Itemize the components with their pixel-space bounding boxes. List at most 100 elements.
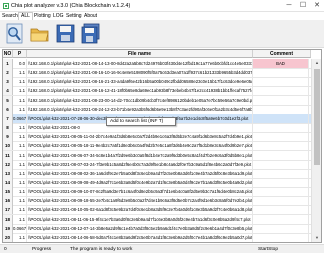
row-comment[interactable]: BAD xyxy=(253,59,309,68)
row-comment[interactable] xyxy=(253,205,309,215)
row-file-name[interactable]: \\POOL\plot-k32-2021-08-08-02-36-1a6d4f9… xyxy=(27,168,253,178)
row-number[interactable]: 18 xyxy=(3,214,13,224)
row-number[interactable]: 3 xyxy=(3,77,13,87)
row-comment[interactable] xyxy=(253,141,309,151)
row-number[interactable]: 15 xyxy=(3,187,13,197)
scroll-down-icon[interactable]: ▼ xyxy=(312,234,321,242)
menu-search[interactable]: Search xyxy=(2,13,18,19)
row-p-value[interactable]: 1.1 xyxy=(13,141,27,151)
row-p-value[interactable]: 1.1 xyxy=(13,123,27,133)
row-number[interactable]: 17 xyxy=(3,205,13,215)
vertical-scrollbar[interactable]: ▲ ▼ xyxy=(311,59,321,242)
maximize-button[interactable]: ☐ xyxy=(296,0,310,11)
row-p-value[interactable]: 1.1 xyxy=(13,196,27,206)
row-number[interactable]: 1 xyxy=(3,59,13,68)
row-p-value[interactable]: 1.1 xyxy=(13,77,27,87)
save-button[interactable] xyxy=(56,23,75,44)
row-comment[interactable] xyxy=(253,223,309,233)
row-number[interactable]: 12 xyxy=(3,159,13,169)
row-number[interactable]: 9 xyxy=(3,132,13,142)
row-p-value[interactable]: 1.1 xyxy=(13,68,27,78)
row-file-name[interactable]: \\POOL\plot-k32-2021-08-07-03-24-7f3e9b1… xyxy=(27,159,253,169)
row-p-value[interactable]: 1.1 xyxy=(13,95,27,105)
table-row[interactable]: 20 1.1 \\POOL\plot-k32-2021-08-14-06-58-5d… xyxy=(3,232,321,242)
row-file-name[interactable]: \\POOL\plot-k32-2021-08-10-05-02-6a1d8f3… xyxy=(27,205,253,215)
row-number[interactable]: 11 xyxy=(3,150,13,160)
row-p-value[interactable]: 1.1 xyxy=(13,159,27,169)
row-p-value[interactable]: 1.1 xyxy=(13,187,27,197)
row-comment[interactable] xyxy=(253,68,309,78)
row-number[interactable]: 19 xyxy=(3,223,13,233)
menu-plotting[interactable]: Plotting xyxy=(34,13,51,19)
minimize-button[interactable]: ─ xyxy=(282,0,296,11)
row-file-name[interactable]: \\POOL\plot-k32-2021-08-14-06-58-5d0a7f4… xyxy=(27,232,253,242)
row-number[interactable]: 8 xyxy=(3,123,13,133)
row-file-name[interactable]: \\POOL\plot-k32-2021-08-09-18-55-2e7b4c1… xyxy=(27,196,253,206)
row-comment[interactable] xyxy=(253,123,309,133)
row-file-name[interactable]: \\POOL\plot-k32-2021-08-11-06-15-9f4c1e7… xyxy=(27,214,253,224)
row-comment[interactable] xyxy=(253,168,309,178)
row-file-name[interactable]: \\192.168.0.1\plots\plot-k32-2021-08-23-… xyxy=(27,95,253,105)
scroll-up-icon[interactable]: ▲ xyxy=(312,59,321,67)
row-number[interactable]: 7 xyxy=(3,113,13,123)
column-header-file[interactable]: File name xyxy=(27,50,253,58)
row-file-name[interactable]: \\POOL\plot-k32-2021-08-06-07-34-5c8e1b4… xyxy=(27,150,253,160)
menu-setting[interactable]: Setting xyxy=(66,13,82,19)
row-number[interactable]: 16 xyxy=(3,196,13,206)
row-p-value[interactable]: 1.1 xyxy=(13,104,27,114)
row-file-name[interactable]: \\192.168.0.1\plots\plot-k32-2021-08-14-… xyxy=(27,59,253,68)
row-comment[interactable] xyxy=(253,86,309,96)
row-comment[interactable] xyxy=(253,95,309,105)
plots-table[interactable]: NO P File name Comment 1 0.0 \\192.168.0.1… xyxy=(2,49,322,243)
column-header-comment[interactable]: Comment xyxy=(253,50,311,58)
row-comment[interactable] xyxy=(253,150,309,160)
row-comment[interactable] xyxy=(253,196,309,206)
menu-all[interactable]: ALL xyxy=(18,12,33,20)
row-number[interactable]: 5 xyxy=(3,95,13,105)
column-header-no[interactable]: NO xyxy=(3,50,13,58)
save-as-button[interactable] xyxy=(81,23,100,44)
row-p-value[interactable]: 0.0 xyxy=(13,59,27,68)
row-comment[interactable] xyxy=(253,214,309,224)
row-comment[interactable] xyxy=(253,104,309,114)
row-p-value[interactable]: 0.0667 xyxy=(13,223,27,233)
menu-about[interactable]: About xyxy=(84,13,97,19)
row-file-name[interactable]: \\192.168.0.1\plots\plot-k32-2021-08-16-… xyxy=(27,86,253,96)
row-comment[interactable] xyxy=(253,113,309,123)
row-comment[interactable] xyxy=(253,132,309,142)
row-number[interactable]: 14 xyxy=(3,177,13,187)
row-file-name[interactable]: \\POOL\plot-k32-2021-08-09-10-07-8c2f5a9… xyxy=(27,187,253,197)
row-p-value[interactable]: 1.1 xyxy=(13,168,27,178)
close-button[interactable]: ✕ xyxy=(310,0,324,11)
row-p-value[interactable]: 1.1 xyxy=(13,150,27,160)
row-p-value[interactable]: 1.1 xyxy=(13,205,27,215)
menu-log[interactable]: LOG xyxy=(53,13,64,19)
row-p-value[interactable]: 1.1 xyxy=(13,177,27,187)
row-comment[interactable] xyxy=(253,187,309,197)
row-number[interactable]: 2 xyxy=(3,68,13,78)
row-number[interactable]: 6 xyxy=(3,104,13,114)
row-file-name[interactable]: \\192.168.0.1\plots\plot-k32-2021-08-16-… xyxy=(27,77,253,87)
row-p-value[interactable]: 1.1 xyxy=(13,132,27,142)
scroll-thumb[interactable] xyxy=(314,69,320,165)
row-number[interactable]: 13 xyxy=(3,168,13,178)
row-p-value[interactable]: 1.1 xyxy=(13,232,27,242)
search-button[interactable] xyxy=(5,23,24,44)
row-file-name[interactable]: \\192.168.0.1\plots\plot-k32-2021-08-16-… xyxy=(27,68,253,78)
row-file-name[interactable]: \\POOL\plot-k32-2021-08-12-07-14-3b8e5a2… xyxy=(27,223,253,233)
start-stop-button[interactable]: StartStop xyxy=(258,246,278,253)
row-comment[interactable] xyxy=(253,177,309,187)
row-file-name[interactable]: \\POOL\plot-k32-2021-08-09-08-49-4d9a2f7… xyxy=(27,177,253,187)
open-button[interactable] xyxy=(30,23,49,44)
row-p-value[interactable]: 1.1 xyxy=(13,214,27,224)
row-number[interactable]: 10 xyxy=(3,141,13,151)
row-file-name[interactable]: \\192.168.0.1\plots\plot-k32-2021-08-24-… xyxy=(27,104,253,114)
row-file-name[interactable]: \\POOL\plot-k32-2021-08-05-11-04-2b7c4e9… xyxy=(27,132,253,142)
column-header-p[interactable]: P xyxy=(13,50,27,58)
row-number[interactable]: 4 xyxy=(3,86,13,96)
row-comment[interactable] xyxy=(253,232,309,242)
row-comment[interactable] xyxy=(253,77,309,87)
row-p-value[interactable]: 1.1 xyxy=(13,86,27,96)
row-comment[interactable] xyxy=(253,159,309,169)
context-tooltip[interactable]: Add to search list (INF T) xyxy=(106,117,176,126)
